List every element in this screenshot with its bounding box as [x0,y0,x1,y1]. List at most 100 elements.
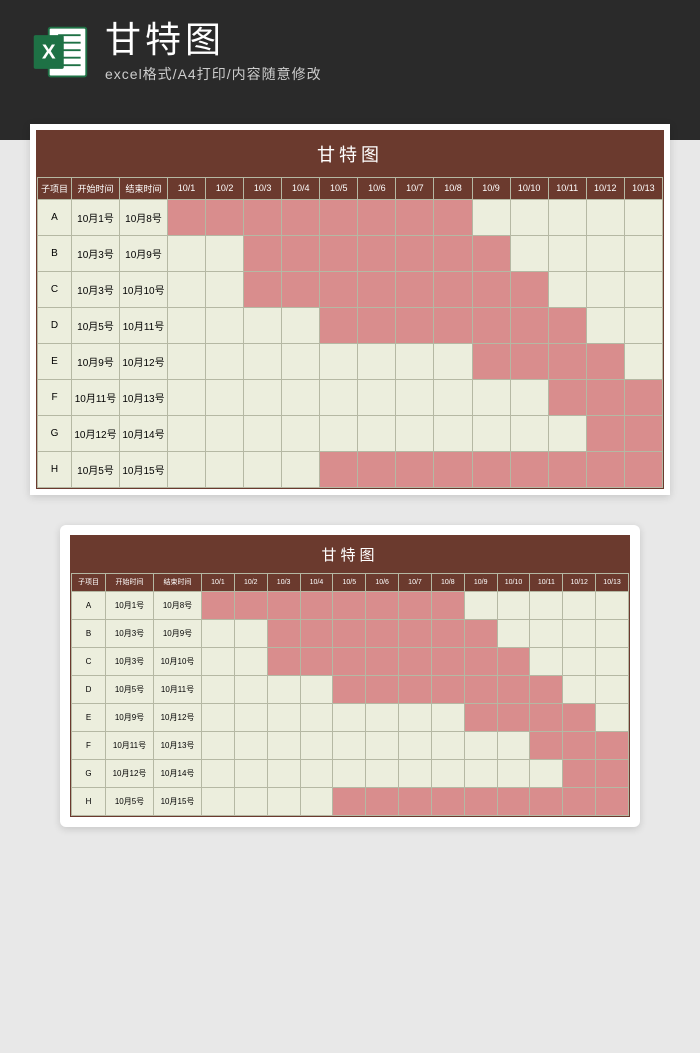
gantt-cell [202,731,235,759]
gantt-cell [396,199,434,235]
gantt-cell [497,731,530,759]
gantt-cell [244,451,282,487]
gantt-cell [548,415,586,451]
gantt-preview-small: 甘特图 子项目开始时间结束时间10/110/210/310/410/510/61… [60,525,640,827]
gantt-cell [431,647,464,675]
gantt-cell [396,271,434,307]
cell-end: 10月15号 [154,787,202,815]
cell-start: 10月5号 [72,307,120,343]
gantt-title-small: 甘特图 [71,536,629,573]
col-header-day: 10/10 [497,573,530,591]
header-text: 甘特图 excel格式/A4打印/内容随意修改 [105,20,322,84]
cell-start: 10月3号 [72,271,120,307]
gantt-cell [206,451,244,487]
cell-start: 10月9号 [106,703,154,731]
gantt-cell [202,591,235,619]
gantt-cell [358,379,396,415]
cell-end: 10月11号 [154,675,202,703]
gantt-cell [563,759,596,787]
gantt-cell [320,271,358,307]
gantt-preview-large: 甘特图 子项目开始时间结束时间10/110/210/310/410/510/61… [30,124,670,495]
cell-start: 10月12号 [106,759,154,787]
gantt-cell [510,415,548,451]
cell-item: H [38,451,72,487]
col-header-day: 10/7 [399,573,432,591]
gantt-cell [202,759,235,787]
gantt-cell [586,307,624,343]
gantt-cell [530,759,563,787]
gantt-cell [267,703,300,731]
gantt-cell [234,619,267,647]
gantt-cell [206,415,244,451]
gantt-cell [464,591,497,619]
gantt-cell [497,787,530,815]
cell-end: 10月10号 [120,271,168,307]
cell-start: 10月1号 [72,199,120,235]
gantt-head: 子项目开始时间结束时间10/110/210/310/410/510/610/71… [38,177,663,199]
gantt-cell [563,591,596,619]
gantt-cell [548,199,586,235]
gantt-cell [358,307,396,343]
gantt-chart-small: 甘特图 子项目开始时间结束时间10/110/210/310/410/510/61… [70,535,630,817]
gantt-cell [333,703,366,731]
col-header-day: 10/1 [168,177,206,199]
cell-item: G [72,759,106,787]
gantt-cell [366,591,399,619]
cell-start: 10月5号 [106,675,154,703]
gantt-cell [333,759,366,787]
table-row: E10月9号10月12号 [72,703,629,731]
gantt-cell [234,787,267,815]
gantt-cell [548,307,586,343]
gantt-cell [358,415,396,451]
gantt-cell [464,619,497,647]
table-row: H10月5号10月15号 [72,787,629,815]
col-header-day: 10/13 [624,177,662,199]
cell-start: 10月5号 [72,451,120,487]
gantt-cell [168,235,206,271]
gantt-cell [168,379,206,415]
gantt-cell [431,787,464,815]
gantt-cell [497,591,530,619]
cell-item: C [72,647,106,675]
gantt-cell [624,271,662,307]
cell-end: 10月9号 [120,235,168,271]
gantt-cell [202,619,235,647]
cell-start: 10月5号 [106,787,154,815]
gantt-cell [399,591,432,619]
gantt-cell [396,343,434,379]
gantt-cell [586,235,624,271]
page-subtitle: excel格式/A4打印/内容随意修改 [105,64,322,84]
gantt-cell [434,343,472,379]
gantt-cell [244,235,282,271]
gantt-cell [168,199,206,235]
gantt-body: A10月1号10月8号B10月3号10月9号C10月3号10月10号D10月5号… [38,199,663,487]
gantt-cell [300,675,333,703]
cell-item: D [38,307,72,343]
gantt-head-small: 子项目开始时间结束时间10/110/210/310/410/510/610/71… [72,573,629,591]
gantt-table-small: 子项目开始时间结束时间10/110/210/310/410/510/610/71… [71,573,629,816]
gantt-cell [358,235,396,271]
gantt-cell [396,379,434,415]
cell-end: 10月15号 [120,451,168,487]
gantt-cell [399,619,432,647]
gantt-cell [472,451,510,487]
gantt-cell [300,703,333,731]
table-row: D10月5号10月11号 [38,307,663,343]
gantt-cell [206,271,244,307]
gantt-cell [399,647,432,675]
gantt-cell [202,703,235,731]
gantt-cell [431,619,464,647]
gantt-cell [464,675,497,703]
gantt-cell [282,307,320,343]
col-header-day: 10/13 [596,573,629,591]
gantt-cell [206,379,244,415]
cell-item: E [38,343,72,379]
gantt-cell [548,235,586,271]
svg-text:X: X [42,40,56,63]
gantt-cell [624,235,662,271]
table-row: D10月5号10月11号 [72,675,629,703]
col-header-end: 结束时间 [120,177,168,199]
cell-end: 10月9号 [154,619,202,647]
gantt-cell [282,235,320,271]
gantt-cell [267,591,300,619]
